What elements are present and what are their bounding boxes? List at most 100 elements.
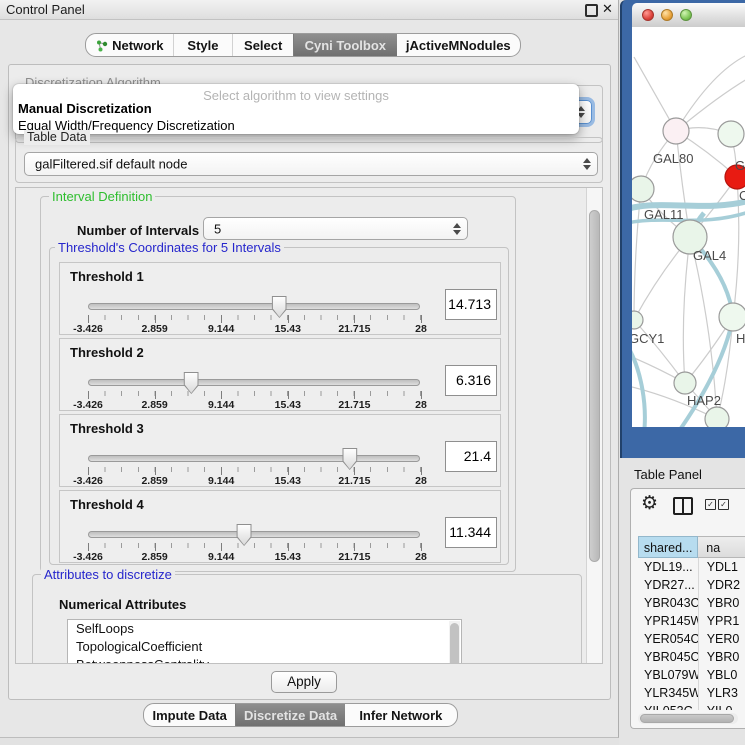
apply-button[interactable]: Apply — [271, 671, 337, 693]
table-panel: Table Panel ⚙ ✓ ✓ shared... na YDL19...Y… — [619, 459, 745, 745]
column-header-shared-name[interactable]: shared... — [638, 536, 698, 558]
network-graph: GAL80 GA C GAL11 GAL4 GCY1 H HAP2 — [632, 27, 745, 427]
dropdown-option-manual[interactable]: Manual Discretization — [18, 101, 152, 116]
node-label-gal4: GAL4 — [693, 248, 726, 263]
node-table: shared... na YDL19...YDL1 YDR27...YDR2 Y… — [638, 536, 745, 710]
tab-impute-data[interactable]: Impute Data — [144, 704, 235, 726]
slider-scale-labels: -3.426 2.859 9.144 15.43 21.715 28 — [88, 399, 421, 411]
scrollbar-thumb[interactable] — [589, 210, 600, 562]
node-label-gal11: GAL11 — [644, 207, 684, 222]
group-title: Table Data — [24, 130, 90, 145]
tab-style[interactable]: Style — [173, 34, 233, 56]
node-gcy1[interactable] — [632, 311, 643, 329]
table-panel-box: ⚙ ✓ ✓ shared... na YDL19...YDL1 YDR27...… — [630, 488, 745, 729]
horizontal-scrollbar[interactable] — [638, 713, 738, 724]
group-title: Threshold's Coordinates for 5 Intervals — [55, 240, 284, 255]
node-label-hap2: HAP2 — [687, 393, 721, 408]
combo-value: galFiltered.sif default node — [35, 157, 187, 172]
table-header-row: shared... na — [638, 536, 745, 558]
node-label-gcy1: GCY1 — [632, 331, 664, 346]
list-scrollbar[interactable] — [449, 621, 460, 664]
network-canvas[interactable]: GAL80 GA C GAL11 GAL4 GCY1 H HAP2 — [632, 27, 745, 427]
window-title: Control Panel — [6, 2, 85, 17]
node-gal80[interactable] — [663, 118, 689, 144]
tab-jactivemnodules[interactable]: jActiveMNodules — [397, 34, 520, 56]
close-traffic-light-icon[interactable] — [642, 9, 654, 21]
threshold-4-value-field[interactable]: 11.344 — [445, 517, 497, 548]
list-item[interactable]: TopologicalCoefficient — [68, 638, 461, 656]
threshold-label: Threshold 3 — [70, 421, 144, 436]
node-bottom[interactable] — [705, 407, 729, 427]
split-columns-icon[interactable] — [673, 497, 693, 515]
tab-label: Select — [244, 38, 282, 53]
thresholds-group: Threshold's Coordinates for 5 Intervals … — [49, 247, 509, 565]
control-panel-tabbar: Network Style Select Cyni Toolbox jActiv… — [85, 33, 521, 57]
threshold-2-slider[interactable] — [88, 379, 420, 386]
threshold-2-value-field[interactable]: 6.316 — [445, 365, 497, 396]
control-panel-window: Control Panel ✕ Network Style Select Cyn… — [0, 0, 619, 738]
node-hap2[interactable] — [674, 372, 696, 394]
network-window-titlebar[interactable] — [632, 3, 745, 28]
tab-cyni-toolbox[interactable]: Cyni Toolbox — [293, 34, 397, 56]
threshold-label: Threshold 2 — [70, 345, 144, 360]
tab-label: Style — [187, 38, 218, 53]
table-row[interactable]: YPR145WYPR1 — [638, 612, 745, 630]
threshold-label: Threshold 1 — [70, 269, 144, 284]
number-of-intervals-combobox[interactable]: 5 — [203, 217, 468, 240]
node-h[interactable] — [719, 303, 745, 331]
column-header-name[interactable]: na — [698, 536, 745, 558]
threshold-3-panel: Threshold 3 -3.426 2.859 9.144 15. — [59, 414, 501, 487]
checkbox-icon[interactable]: ✓ — [718, 499, 729, 510]
vertical-scrollbar[interactable] — [586, 188, 603, 663]
table-row[interactable]: YBR043CYBR0 — [638, 594, 745, 612]
tab-select[interactable]: Select — [232, 34, 293, 56]
table-row[interactable]: YBL079WYBL0 — [638, 666, 745, 684]
table-data-combobox[interactable]: galFiltered.sif default node — [24, 152, 598, 176]
network-icon — [95, 39, 108, 52]
tab-label: Network — [112, 38, 163, 53]
close-icon[interactable]: ✕ — [602, 1, 613, 17]
tab-discretize-data[interactable]: Discretize Data — [235, 704, 344, 726]
list-item[interactable]: SelfLoops — [68, 620, 461, 638]
settings-scrollpane: Interval Definition Number of Intervals … — [15, 187, 603, 664]
list-item[interactable]: BetweennessCentrality — [68, 656, 461, 664]
checkbox-icon[interactable]: ✓ — [705, 499, 716, 510]
table-row[interactable]: YDL19...YDL1 — [638, 558, 745, 576]
float-window-icon[interactable] — [585, 4, 598, 17]
table-row[interactable]: YIL053CYIL0 — [638, 702, 745, 710]
gear-icon[interactable]: ⚙ — [641, 493, 658, 515]
node-label-gal80: GAL80 — [653, 151, 693, 166]
combo-value: 5 — [214, 221, 221, 236]
numerical-attributes-list[interactable]: SelfLoops TopologicalCoefficient Between… — [67, 619, 462, 664]
node-label-cut-g: GA — [735, 158, 745, 173]
slider-scale-labels: -3.426 2.859 9.144 15.43 21.715 28 — [88, 323, 421, 335]
combo-stepper-icon — [583, 158, 591, 170]
tab-network[interactable]: Network — [86, 34, 173, 56]
threshold-1-value-field[interactable]: 14.713 — [445, 289, 497, 320]
scrollbar-thumb[interactable] — [640, 714, 734, 723]
node-top-right[interactable] — [718, 121, 744, 147]
threshold-label: Threshold 4 — [70, 497, 144, 512]
numerical-attributes-label: Numerical Attributes — [59, 597, 186, 612]
threshold-4-slider[interactable] — [88, 531, 420, 538]
network-view-window: GAL80 GA C GAL11 GAL4 GCY1 H HAP2 — [620, 0, 745, 458]
threshold-3-slider[interactable] — [88, 455, 420, 462]
slider-scale-labels: -3.426 2.859 9.144 15.43 21.715 28 — [88, 551, 421, 563]
node-label-cut-c: C — [739, 188, 745, 203]
attributes-group: Attributes to discretize Numerical Attri… — [32, 574, 582, 664]
minimize-traffic-light-icon[interactable] — [661, 9, 673, 21]
table-row[interactable]: YLR345WYLR3 — [638, 684, 745, 702]
tab-label: Discretize Data — [244, 708, 337, 723]
zoom-traffic-light-icon[interactable] — [680, 9, 692, 21]
table-row[interactable]: YDR27...YDR2 — [638, 576, 745, 594]
group-title: Attributes to discretize — [41, 567, 175, 582]
threshold-4-panel: Threshold 4 -3.426 2.859 9.144 15. — [59, 490, 501, 563]
table-row[interactable]: YBR045CYBR0 — [638, 648, 745, 666]
threshold-3-value-field[interactable]: 21.4 — [445, 441, 497, 472]
threshold-1-slider[interactable] — [88, 303, 420, 310]
node-gal11[interactable] — [632, 176, 654, 202]
table-row[interactable]: YER054CYER0 — [638, 630, 745, 648]
tab-infer-network[interactable]: Infer Network — [345, 704, 457, 726]
combo-stepper-icon — [453, 223, 461, 235]
threshold-1-panel: Threshold 1 -3.426 2.859 9.144 15. — [59, 262, 501, 335]
